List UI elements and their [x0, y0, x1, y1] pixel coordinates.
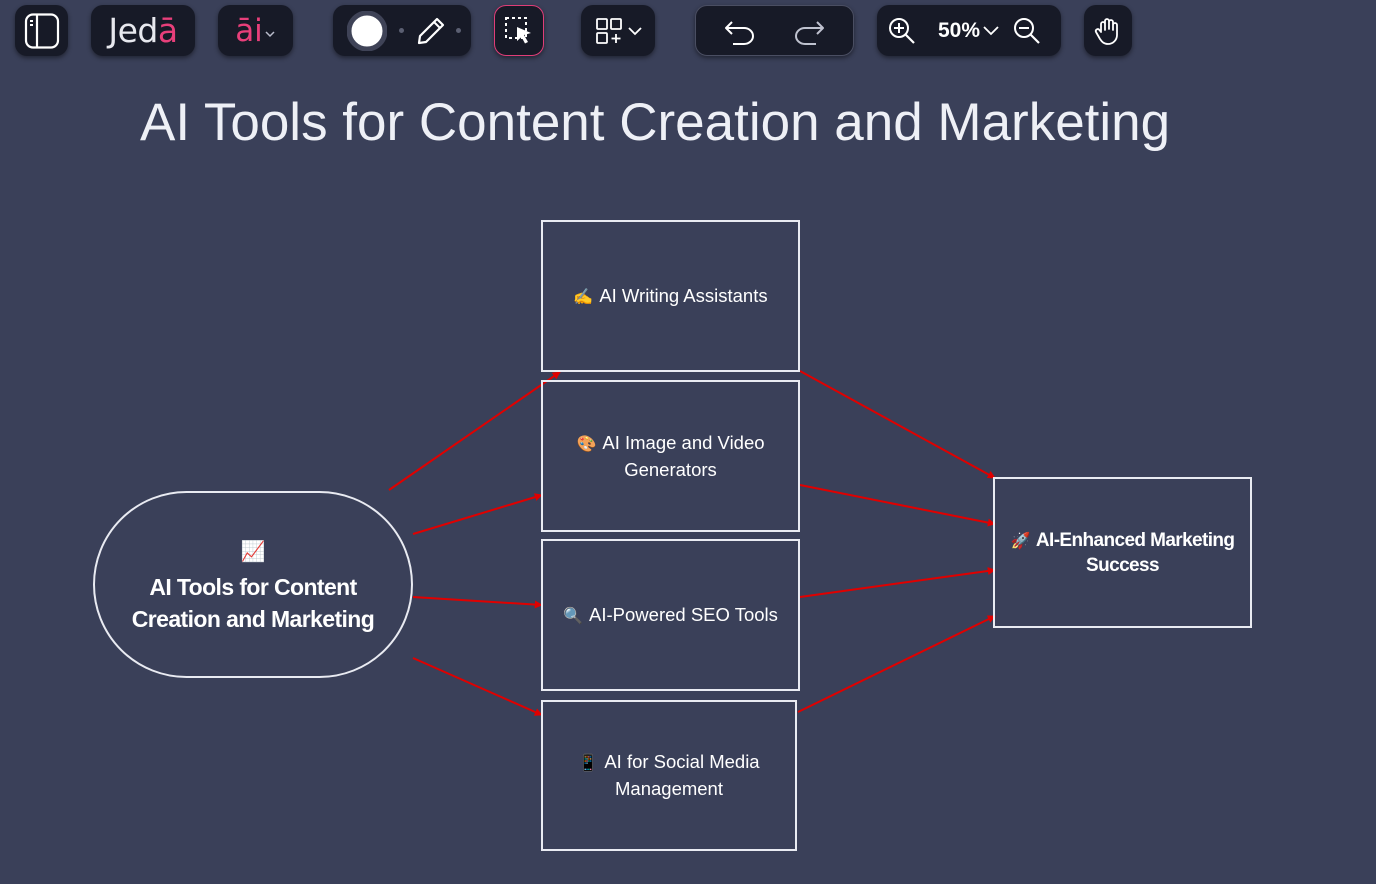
social-node-line1: AI for Social Media [604, 751, 760, 772]
phone-emoji-icon: 📱 [578, 753, 599, 772]
seo-tools-node[interactable]: 🔍 AI-Powered SEO Tools [541, 539, 800, 691]
connector-center-image[interactable] [412, 493, 543, 535]
connector-writing-result[interactable] [799, 370, 996, 479]
connector-center-seo[interactable] [412, 596, 543, 609]
connector-center-writing[interactable] [388, 371, 561, 491]
writing-hand-emoji-icon: ✍️ [573, 286, 594, 306]
seo-node-label: AI-Powered SEO Tools [589, 603, 778, 625]
image-node-line2: Generators [624, 458, 717, 480]
center-node[interactable]: 📈 AI Tools for Content Creation and Mark… [93, 491, 413, 678]
chart-emoji-icon: 📈 [240, 538, 266, 563]
social-media-node[interactable]: 📱 AI for Social Media Management [541, 700, 797, 851]
whiteboard-page: Jed ā āi 50% AI Tools for Content Creati… [0, 0, 1376, 884]
result-node-line2: Success [1086, 554, 1160, 576]
center-node-line2: Creation and Marketing [131, 605, 375, 632]
image-node-line1: AI Image and Video [602, 431, 765, 453]
connector-center-social[interactable] [412, 657, 543, 716]
connector-seo-result[interactable] [799, 567, 996, 598]
connector-social-result[interactable] [797, 615, 996, 713]
connector-image-result[interactable] [799, 484, 996, 527]
writing-assistants-node[interactable]: ✍️ AI Writing Assistants [541, 220, 800, 372]
magnifier-emoji-icon: 🔍 [563, 605, 584, 625]
center-node-line1: AI Tools for Content [149, 573, 357, 600]
marketing-success-node[interactable]: 🚀 AI-Enhanced Marketing Success [993, 477, 1252, 628]
social-node-line2: Management [615, 778, 723, 799]
palette-emoji-icon: 🎨 [576, 433, 597, 453]
rocket-emoji-icon: 🚀 [1010, 530, 1031, 550]
image-video-node[interactable]: 🎨 AI Image and Video Generators [541, 380, 800, 532]
writing-node-label: AI Writing Assistants [599, 284, 768, 306]
result-node-line1: AI-Enhanced Marketing [1035, 529, 1235, 551]
